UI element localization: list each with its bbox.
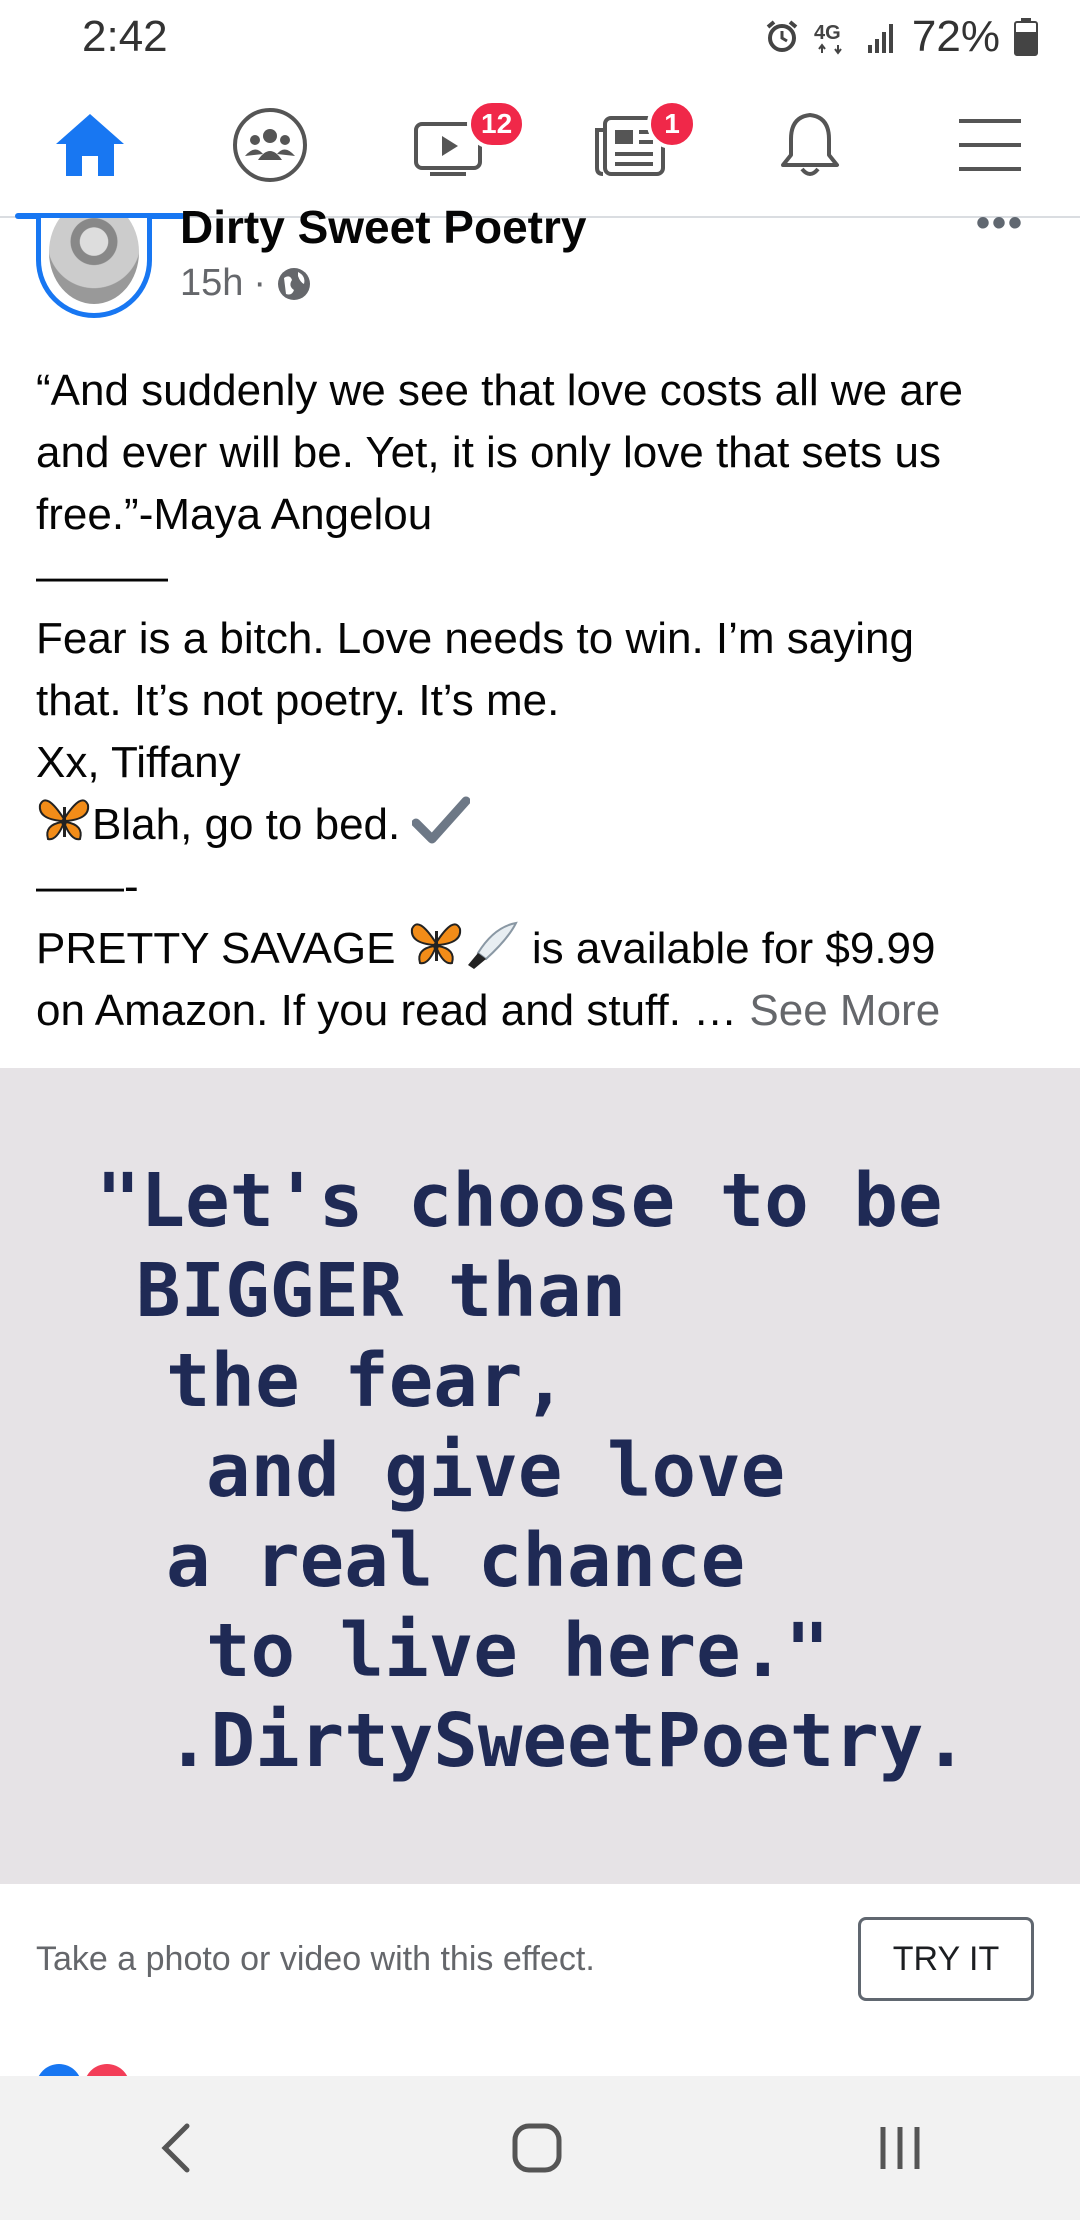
quote-line: .DirtySweetPoetry. bbox=[166, 1698, 968, 1784]
try-it-button[interactable]: TRY IT bbox=[858, 1917, 1034, 2001]
avatar-photo bbox=[49, 218, 139, 304]
knife-emoji-icon bbox=[467, 921, 518, 969]
globe-icon bbox=[278, 267, 311, 300]
post-meta: 15h · bbox=[180, 262, 312, 305]
post-text-line: PRETTY SAVAGE is available for $9.99 bbox=[36, 918, 1046, 980]
nav-news[interactable]: 1 bbox=[555, 73, 705, 217]
post-options-button[interactable]: ••• bbox=[976, 203, 1024, 243]
home-button-icon[interactable] bbox=[511, 2122, 563, 2174]
recent-apps-icon[interactable] bbox=[877, 2123, 923, 2173]
meta-separator: · bbox=[253, 262, 267, 304]
nav-home[interactable] bbox=[15, 73, 185, 219]
nav-notifications[interactable] bbox=[735, 73, 885, 217]
reactions-row[interactable] bbox=[0, 2034, 1080, 2076]
nav-groups[interactable] bbox=[195, 73, 345, 217]
check-mark-emoji-icon bbox=[412, 796, 471, 844]
post-image[interactable]: "Let's choose to be BIGGER than the fear… bbox=[0, 1068, 1080, 1884]
home-icon bbox=[56, 114, 124, 176]
quote-text: "Let's choose to be BIGGER than the fear… bbox=[96, 1156, 968, 1786]
page-avatar[interactable] bbox=[36, 218, 152, 318]
post-text-line: free.”-Maya Angelou bbox=[36, 490, 433, 539]
post-text-segment: on Amazon. If you read and stuff. … bbox=[36, 986, 738, 1035]
alarm-icon bbox=[766, 20, 798, 52]
see-more-link[interactable]: See More bbox=[749, 986, 940, 1035]
post-text-line: on Amazon. If you read and stuff. … See … bbox=[36, 980, 1046, 1042]
status-icons: 4G 72% bbox=[764, 12, 1038, 62]
watch-notification-badge: 12 bbox=[467, 99, 527, 149]
groups-icon bbox=[233, 108, 307, 182]
love-reaction-icon bbox=[84, 2064, 130, 2076]
hamburger-menu-icon bbox=[959, 119, 1021, 171]
screen: 2:42 4G 72% 12 1 Dirty Sweet Poetry 15h … bbox=[0, 0, 1080, 2220]
system-navigation-bar bbox=[0, 2076, 1080, 2220]
back-icon[interactable] bbox=[157, 2120, 197, 2176]
post-text-segment: is available for $9.99 bbox=[531, 924, 936, 973]
post-text-line: Blah, go to bed. bbox=[36, 794, 1046, 856]
signal-icon bbox=[867, 24, 893, 53]
post-text-line: ——— bbox=[36, 552, 168, 601]
svg-text:4G: 4G bbox=[814, 22, 841, 44]
post-text-segment: Blah, go to bed. bbox=[92, 800, 401, 849]
bell-icon bbox=[781, 113, 839, 176]
post-time[interactable]: 15h bbox=[180, 262, 243, 305]
quote-line: the fear, bbox=[166, 1338, 567, 1424]
post-text-line: Fear is a bitch. Love needs to win. I’m … bbox=[36, 614, 914, 663]
status-bar: 2:42 4G 72% bbox=[0, 0, 1080, 74]
butterfly-emoji-icon bbox=[38, 799, 90, 841]
post-text: “And suddenly we see that love costs all… bbox=[36, 360, 1046, 1042]
nav-watch[interactable]: 12 bbox=[375, 73, 527, 217]
post-text-line: “And suddenly we see that love costs all… bbox=[36, 366, 963, 415]
post-text-line: that. It’s not poetry. It’s me. bbox=[36, 676, 560, 725]
post-text-line: ——- bbox=[36, 862, 139, 911]
quote-line: a real chance bbox=[166, 1518, 746, 1604]
battery-icon bbox=[1014, 18, 1038, 56]
post-text-line: and ever will be. Yet, it is only love t… bbox=[36, 428, 941, 477]
top-navigation: 12 1 bbox=[0, 73, 1080, 219]
effect-bar: Take a photo or video with this effect. … bbox=[0, 1884, 1080, 2034]
post-header: Dirty Sweet Poetry 15h · ••• bbox=[0, 201, 1080, 338]
quote-line: and give love bbox=[206, 1428, 786, 1514]
butterfly-emoji-icon bbox=[410, 923, 461, 965]
status-time: 2:42 bbox=[82, 12, 168, 61]
post-text-line: Xx, Tiffany bbox=[36, 738, 241, 787]
quote-line: BIGGER than bbox=[136, 1248, 627, 1334]
network-4g-icon: 4G bbox=[814, 22, 842, 55]
like-reaction-icon bbox=[36, 2064, 82, 2076]
news-notification-badge: 1 bbox=[647, 99, 697, 149]
page-name[interactable]: Dirty Sweet Poetry bbox=[180, 200, 586, 254]
quote-line: "Let's choose to be bbox=[96, 1158, 943, 1244]
quote-line: to live here." bbox=[206, 1608, 830, 1694]
nav-menu[interactable] bbox=[915, 73, 1065, 217]
effect-prompt: Take a photo or video with this effect. bbox=[36, 1939, 595, 1978]
battery-percent: 72% bbox=[911, 12, 1000, 61]
post-text-segment: PRETTY SAVAGE bbox=[36, 924, 396, 973]
